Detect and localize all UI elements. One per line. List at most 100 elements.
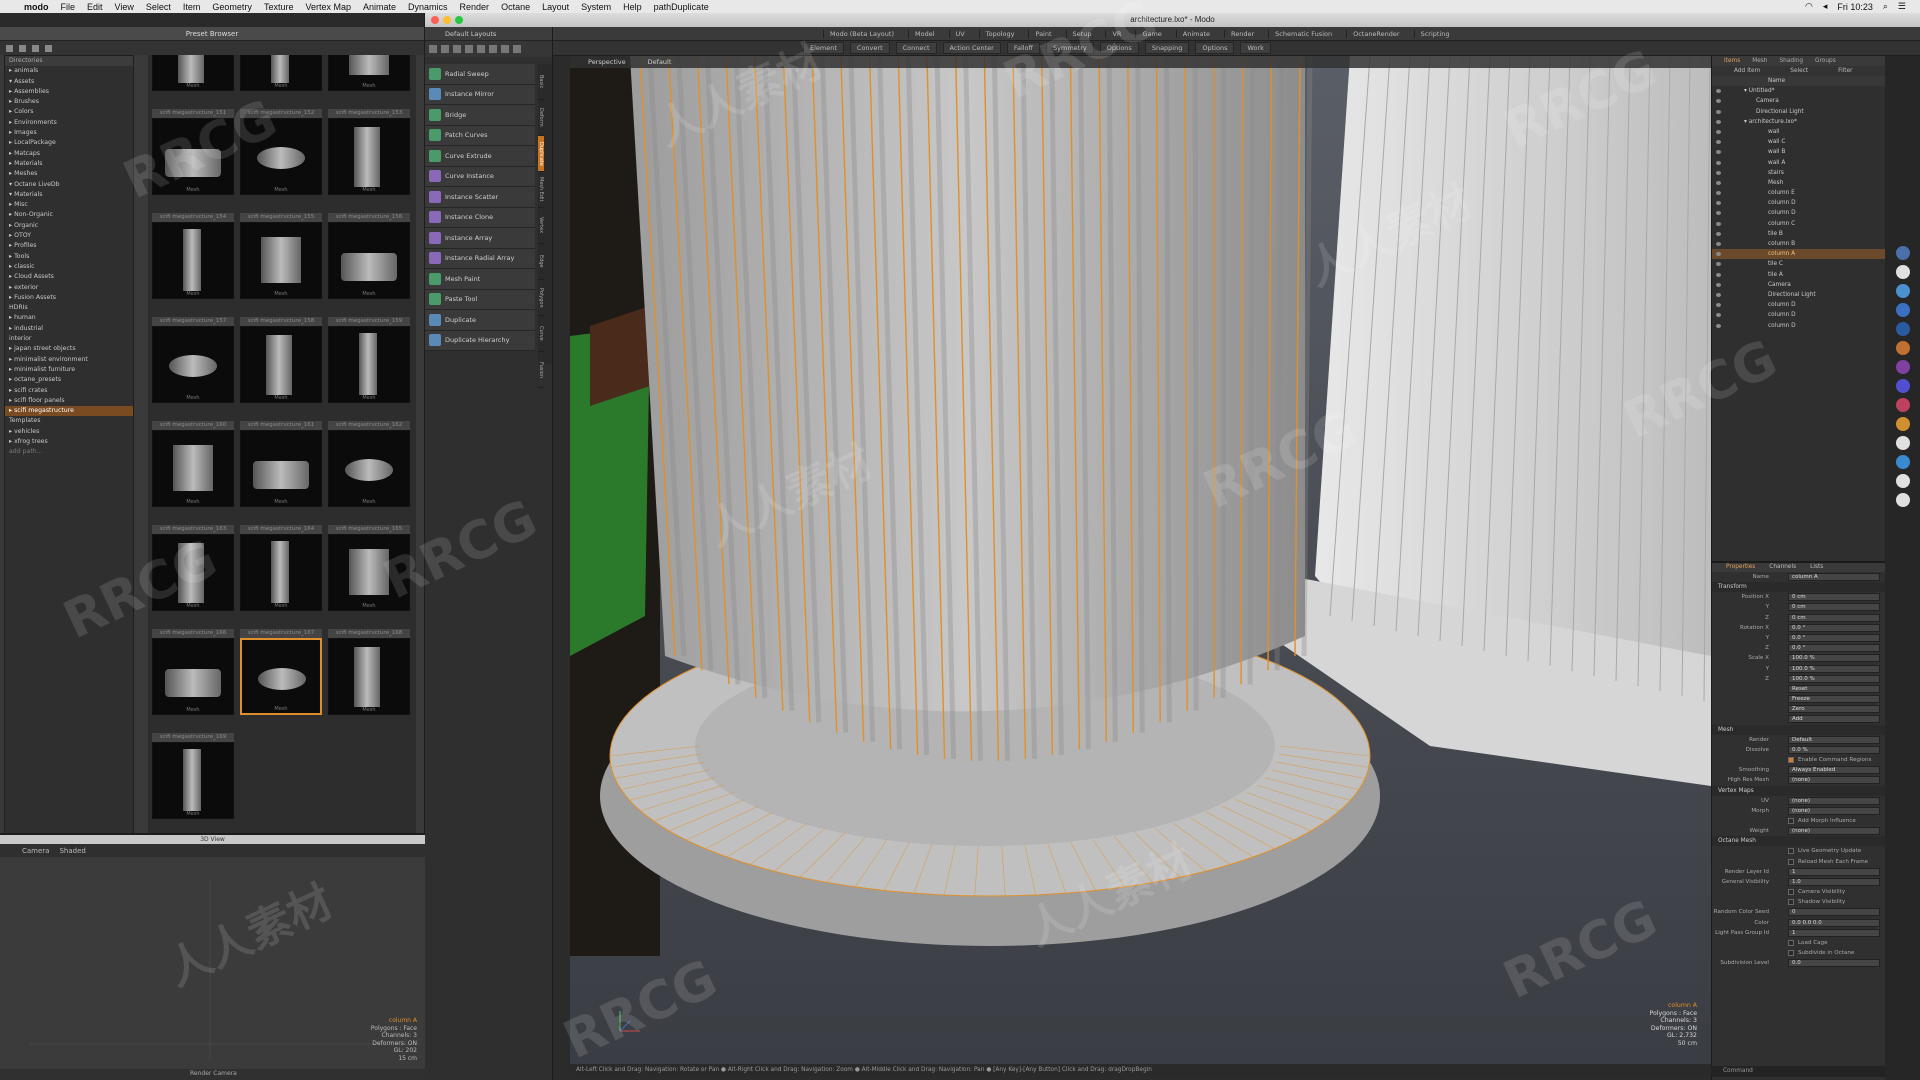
- snap-icon[interactable]: [489, 45, 497, 53]
- tree-item[interactable]: ▸ vehicles: [5, 427, 133, 437]
- wifi-icon[interactable]: ◠: [1805, 1, 1813, 12]
- item-list-tab[interactable]: Groups: [1815, 56, 1836, 66]
- properties-tab[interactable]: Channels: [1769, 563, 1796, 572]
- preset-thumbnail[interactable]: scifi megastructure_152 Mesh: [240, 109, 322, 204]
- menu-item[interactable]: Texture: [264, 2, 294, 12]
- vertex-maps-section[interactable]: Vertex Maps: [1712, 785, 1885, 796]
- transform-section[interactable]: Transform: [1712, 582, 1885, 593]
- property-field[interactable]: Always Enabled: [1788, 766, 1880, 775]
- tree-item[interactable]: ▸ classic: [5, 262, 133, 272]
- preset-thumbnail[interactable]: scifi megastructure_161 Mesh: [240, 421, 322, 516]
- visibility-eye-icon[interactable]: [1716, 262, 1721, 267]
- tree-item[interactable]: ▸ Non-Organic: [5, 210, 133, 220]
- tree-item[interactable]: ▾ Assets: [5, 77, 133, 87]
- add-icon[interactable]: [45, 44, 52, 52]
- tree-item[interactable]: ▸ Matcaps: [5, 149, 133, 159]
- tree-item[interactable]: ▸ Organic: [5, 221, 133, 231]
- close-window-button[interactable]: [431, 16, 439, 24]
- layout-tab[interactable]: Modo (Beta Layout): [823, 29, 900, 38]
- dock-app-icon[interactable]: [1895, 341, 1910, 355]
- move-icon[interactable]: [441, 45, 449, 53]
- visibility-eye-icon[interactable]: [1716, 119, 1721, 124]
- property-field[interactable]: Default: [1788, 735, 1880, 744]
- tree-item[interactable]: ▸ octane_presets: [5, 375, 133, 385]
- layout-tab[interactable]: Render: [1224, 29, 1260, 38]
- item-list-tab[interactable]: Items: [1724, 56, 1740, 66]
- tree-item[interactable]: HDRIs: [5, 303, 133, 313]
- item-list-row[interactable]: Camera: [1712, 96, 1885, 106]
- tree-item[interactable]: ▸ LocalPackage: [5, 138, 133, 148]
- visibility-eye-icon[interactable]: [1716, 303, 1721, 308]
- item-list-row[interactable]: wall A: [1712, 158, 1885, 168]
- volume-icon[interactable]: ◂: [1823, 1, 1828, 12]
- preset-thumbnail[interactable]: scifi megastructure_165 Mesh: [328, 525, 410, 620]
- tree-item[interactable]: ▸ Brushes: [5, 97, 133, 107]
- dock-app-icon[interactable]: [1895, 265, 1910, 279]
- item-list-row[interactable]: column E: [1712, 188, 1885, 198]
- tool-button[interactable]: Duplicate: [425, 310, 535, 331]
- tool-button[interactable]: Instance Scatter: [425, 187, 535, 208]
- menu-app-name[interactable]: modo: [24, 2, 49, 12]
- tree-item[interactable]: ▸ Environments: [5, 118, 133, 128]
- menu-item[interactable]: File: [61, 2, 76, 12]
- tool-button[interactable]: Instance Clone: [425, 207, 535, 228]
- property-field[interactable]: 0.0 °: [1788, 644, 1880, 653]
- tool-category-tab[interactable]: Edge: [538, 244, 544, 280]
- menu-item[interactable]: Edit: [87, 2, 103, 12]
- tree-item[interactable]: ▸ scifi floor panels: [5, 396, 133, 406]
- tool-button[interactable]: Instance Radial Array: [425, 248, 535, 269]
- item-list-tool-button[interactable]: Filter: [1838, 66, 1852, 76]
- layout-tab[interactable]: VR: [1105, 29, 1127, 38]
- item-list-row[interactable]: column D: [1712, 310, 1885, 320]
- tree-item[interactable]: ▸ exterior: [5, 283, 133, 293]
- preset-thumbnail[interactable]: Mesh: [152, 55, 234, 100]
- main-3d-viewport[interactable]: Perspective Default column A Polygons : F…: [570, 56, 1711, 1069]
- menu-item[interactable]: Animate: [363, 2, 396, 12]
- item-list-row[interactable]: column D: [1712, 198, 1885, 208]
- mesh-section[interactable]: Mesh: [1712, 724, 1885, 735]
- menu-item[interactable]: Render: [460, 2, 490, 12]
- property-field[interactable]: (none): [1788, 796, 1880, 805]
- item-list-row[interactable]: wall B: [1712, 147, 1885, 157]
- tool-button[interactable]: Curve Extrude: [425, 146, 535, 167]
- dock-app-icon[interactable]: [1895, 455, 1910, 469]
- layout-tab[interactable]: Scripting: [1413, 29, 1456, 38]
- tool-button[interactable]: Duplicate Hierarchy: [425, 330, 535, 351]
- tree-item[interactable]: interior: [5, 334, 133, 344]
- menu-item[interactable]: Help: [623, 2, 642, 12]
- rotate-icon[interactable]: [453, 45, 461, 53]
- tree-item[interactable]: ▸ Images: [5, 128, 133, 138]
- menu-item[interactable]: Vertex Map: [305, 2, 351, 12]
- item-list-row[interactable]: column D: [1712, 300, 1885, 310]
- properties-tab[interactable]: Lists: [1810, 563, 1823, 572]
- property-field[interactable]: 100.0 %: [1788, 664, 1880, 673]
- property-field[interactable]: 0: [1788, 908, 1880, 917]
- dock-app-icon[interactable]: [1895, 246, 1910, 260]
- layout-tab[interactable]: Game: [1135, 29, 1167, 38]
- visibility-eye-icon[interactable]: [1716, 129, 1721, 134]
- tree-item[interactable]: ▸ minimalist furniture: [5, 365, 133, 375]
- tool-category-tab[interactable]: Basic: [538, 64, 544, 100]
- toolbar-action[interactable]: Options: [1099, 42, 1139, 54]
- visibility-eye-icon[interactable]: [1716, 252, 1721, 257]
- toolbar-action[interactable]: Options: [1195, 42, 1235, 54]
- property-checkbox[interactable]: [1788, 817, 1794, 824]
- visibility-eye-icon[interactable]: [1716, 221, 1721, 226]
- property-field[interactable]: 1.0: [1788, 877, 1880, 886]
- preset-thumbnail[interactable]: Mesh: [328, 55, 410, 100]
- preset-thumbnail[interactable]: scifi megastructure_154 Mesh: [152, 213, 234, 308]
- property-field[interactable]: (none): [1788, 806, 1880, 815]
- tree-item[interactable]: ▾ Materials: [5, 190, 133, 200]
- tool-button[interactable]: Instance Mirror: [425, 84, 535, 105]
- visibility-eye-icon[interactable]: [1716, 191, 1721, 196]
- property-field[interactable]: 0.0 %: [1788, 745, 1880, 754]
- mini-3d-view[interactable]: 3D View Camera Shaded column A Polygons :…: [0, 833, 425, 1080]
- preset-thumbnail[interactable]: scifi megastructure_160 Mesh: [152, 421, 234, 516]
- property-field[interactable]: Reset: [1788, 684, 1880, 693]
- preset-thumbnail[interactable]: scifi megastructure_153 Mesh: [328, 109, 410, 204]
- visibility-eye-icon[interactable]: [1716, 211, 1721, 216]
- visibility-eye-icon[interactable]: [1716, 282, 1721, 287]
- octane-mesh-section[interactable]: Octane Mesh: [1712, 836, 1885, 847]
- property-checkbox[interactable]: [1788, 757, 1794, 763]
- layout-selector[interactable]: Default Layouts: [425, 27, 552, 41]
